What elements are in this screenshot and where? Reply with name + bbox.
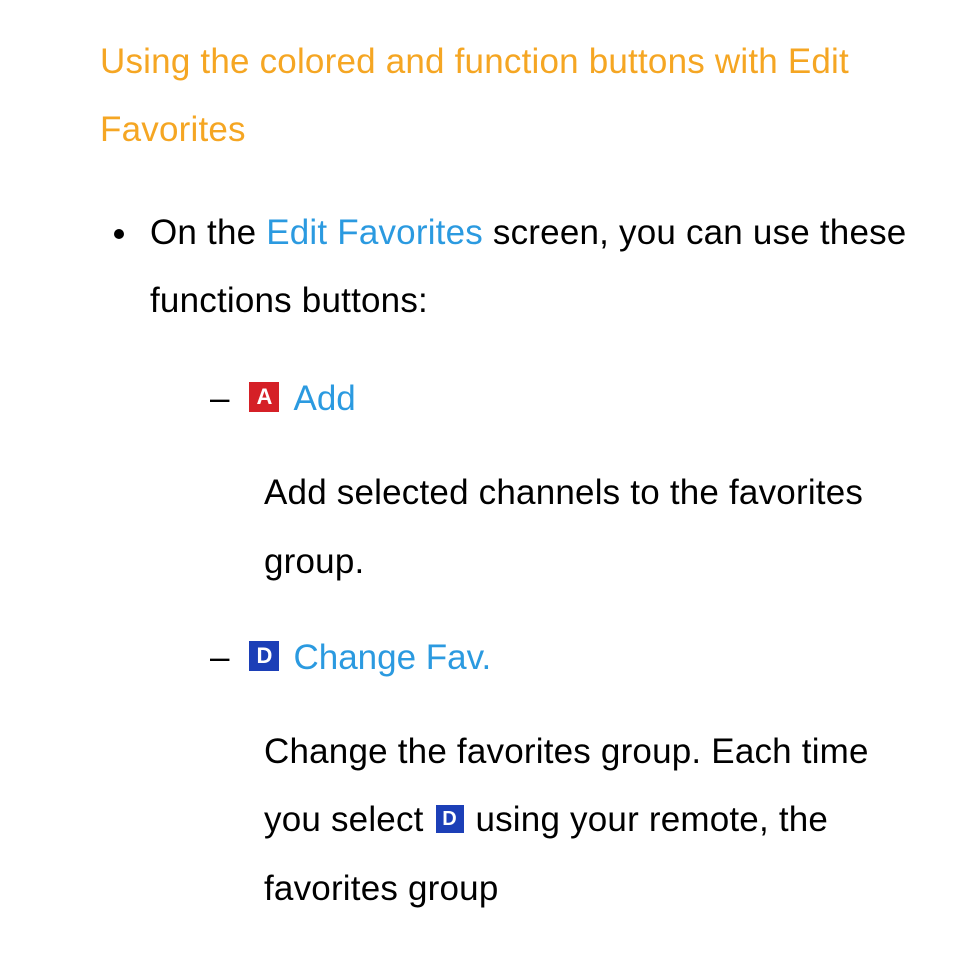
- bullet-dot-icon: [114, 229, 124, 239]
- function-desc-add: Add selected channels to the favorites g…: [264, 459, 914, 596]
- dash-icon: –: [210, 365, 229, 433]
- manual-page: Using the colored and function buttons w…: [0, 0, 954, 923]
- function-label-add: Add: [293, 365, 355, 433]
- dash-icon: –: [210, 624, 229, 692]
- function-item-add: – A Add Add selected channels to the fav…: [210, 365, 914, 596]
- intro-text: On the Edit Favorites screen, you can us…: [150, 199, 914, 336]
- function-item-change-fav: – D Change Fav. Change the favorites gro…: [210, 624, 914, 923]
- d-button-inline-icon: D: [436, 805, 464, 833]
- function-label-change-fav: Change Fav.: [293, 624, 491, 692]
- function-desc-change-fav: Change the favorites group. Each time yo…: [264, 718, 914, 923]
- intro-before: On the: [150, 213, 266, 252]
- edit-favorites-link: Edit Favorites: [266, 213, 483, 252]
- function-header: – D Change Fav.: [210, 624, 914, 692]
- d-button-icon: D: [249, 641, 279, 671]
- function-header: – A Add: [210, 365, 914, 433]
- function-list: – A Add Add selected channels to the fav…: [210, 365, 914, 923]
- section-heading: Using the colored and function buttons w…: [100, 28, 914, 165]
- bullet-item: On the Edit Favorites screen, you can us…: [114, 199, 914, 336]
- a-button-icon: A: [249, 382, 279, 412]
